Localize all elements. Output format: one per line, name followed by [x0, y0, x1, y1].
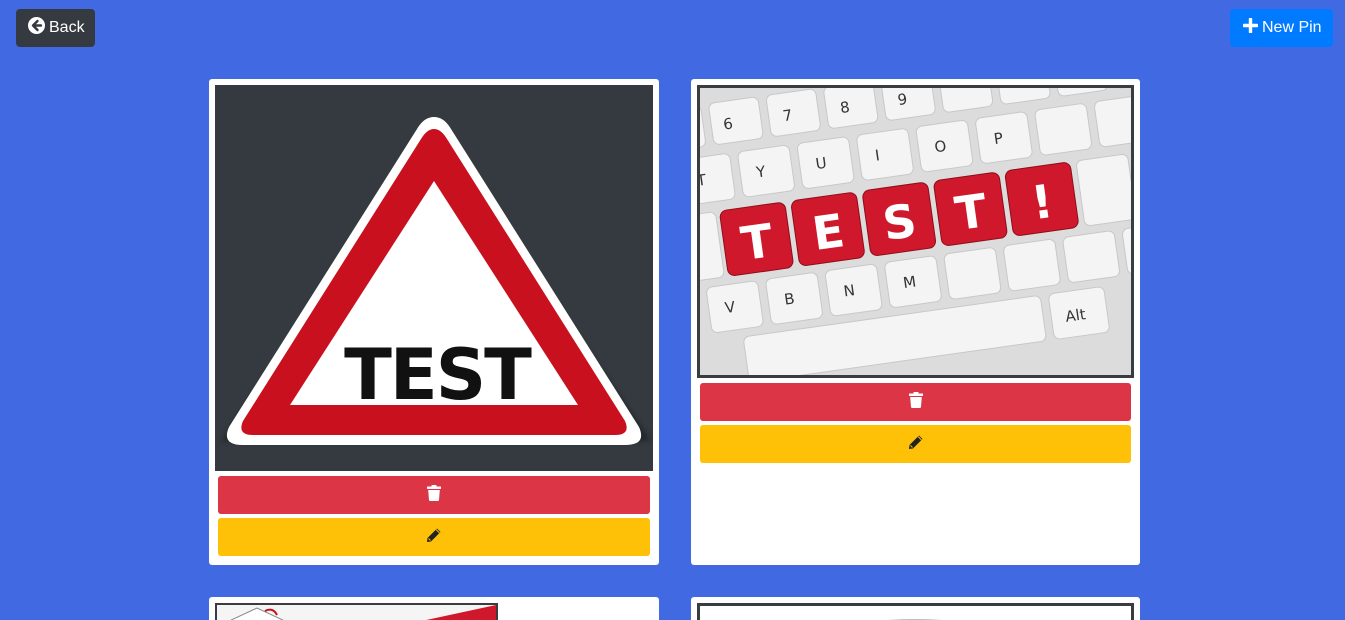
- pencil-icon: [426, 527, 442, 548]
- pin-image[interactable]: [215, 603, 498, 620]
- new-pin-button[interactable]: New Pin: [1230, 9, 1333, 47]
- delete-button[interactable]: [700, 383, 1131, 421]
- key-label: O: [933, 137, 947, 156]
- pin-card: TEST: [209, 79, 659, 565]
- back-button-label: Back: [49, 19, 85, 36]
- back-button[interactable]: Back: [16, 9, 95, 47]
- sign-text: TEST: [344, 334, 532, 416]
- new-pin-button-label: New Pin: [1262, 19, 1322, 36]
- pin-image[interactable]: [697, 603, 1134, 620]
- warning-triangle-sign: TEST: [221, 117, 651, 445]
- pin-image[interactable]: 6 7 8 9 T Y U I O P T E S T ! V B N M Al…: [697, 85, 1134, 378]
- pin-image[interactable]: TEST: [215, 85, 653, 471]
- delete-button[interactable]: [218, 476, 650, 514]
- pin-card: [209, 597, 659, 620]
- edit-button[interactable]: [218, 518, 650, 556]
- pin-card: 6 7 8 9 T Y U I O P T E S T ! V B N M Al…: [691, 79, 1140, 565]
- pin-photo: [700, 606, 1131, 620]
- keyboard-photo: 6 7 8 9 T Y U I O P T E S T ! V B N M Al…: [700, 88, 1131, 375]
- plus-icon: [1242, 17, 1259, 38]
- pencil-icon: [908, 434, 924, 455]
- document-photo: [217, 605, 496, 620]
- key-label: M: [902, 272, 917, 292]
- pin-card: [691, 597, 1140, 620]
- arrow-circle-left-icon: [28, 17, 45, 39]
- key-label: Alt: [1064, 305, 1087, 326]
- trash-icon: [908, 391, 923, 413]
- edit-button[interactable]: [700, 425, 1131, 463]
- trash-icon: [427, 484, 441, 506]
